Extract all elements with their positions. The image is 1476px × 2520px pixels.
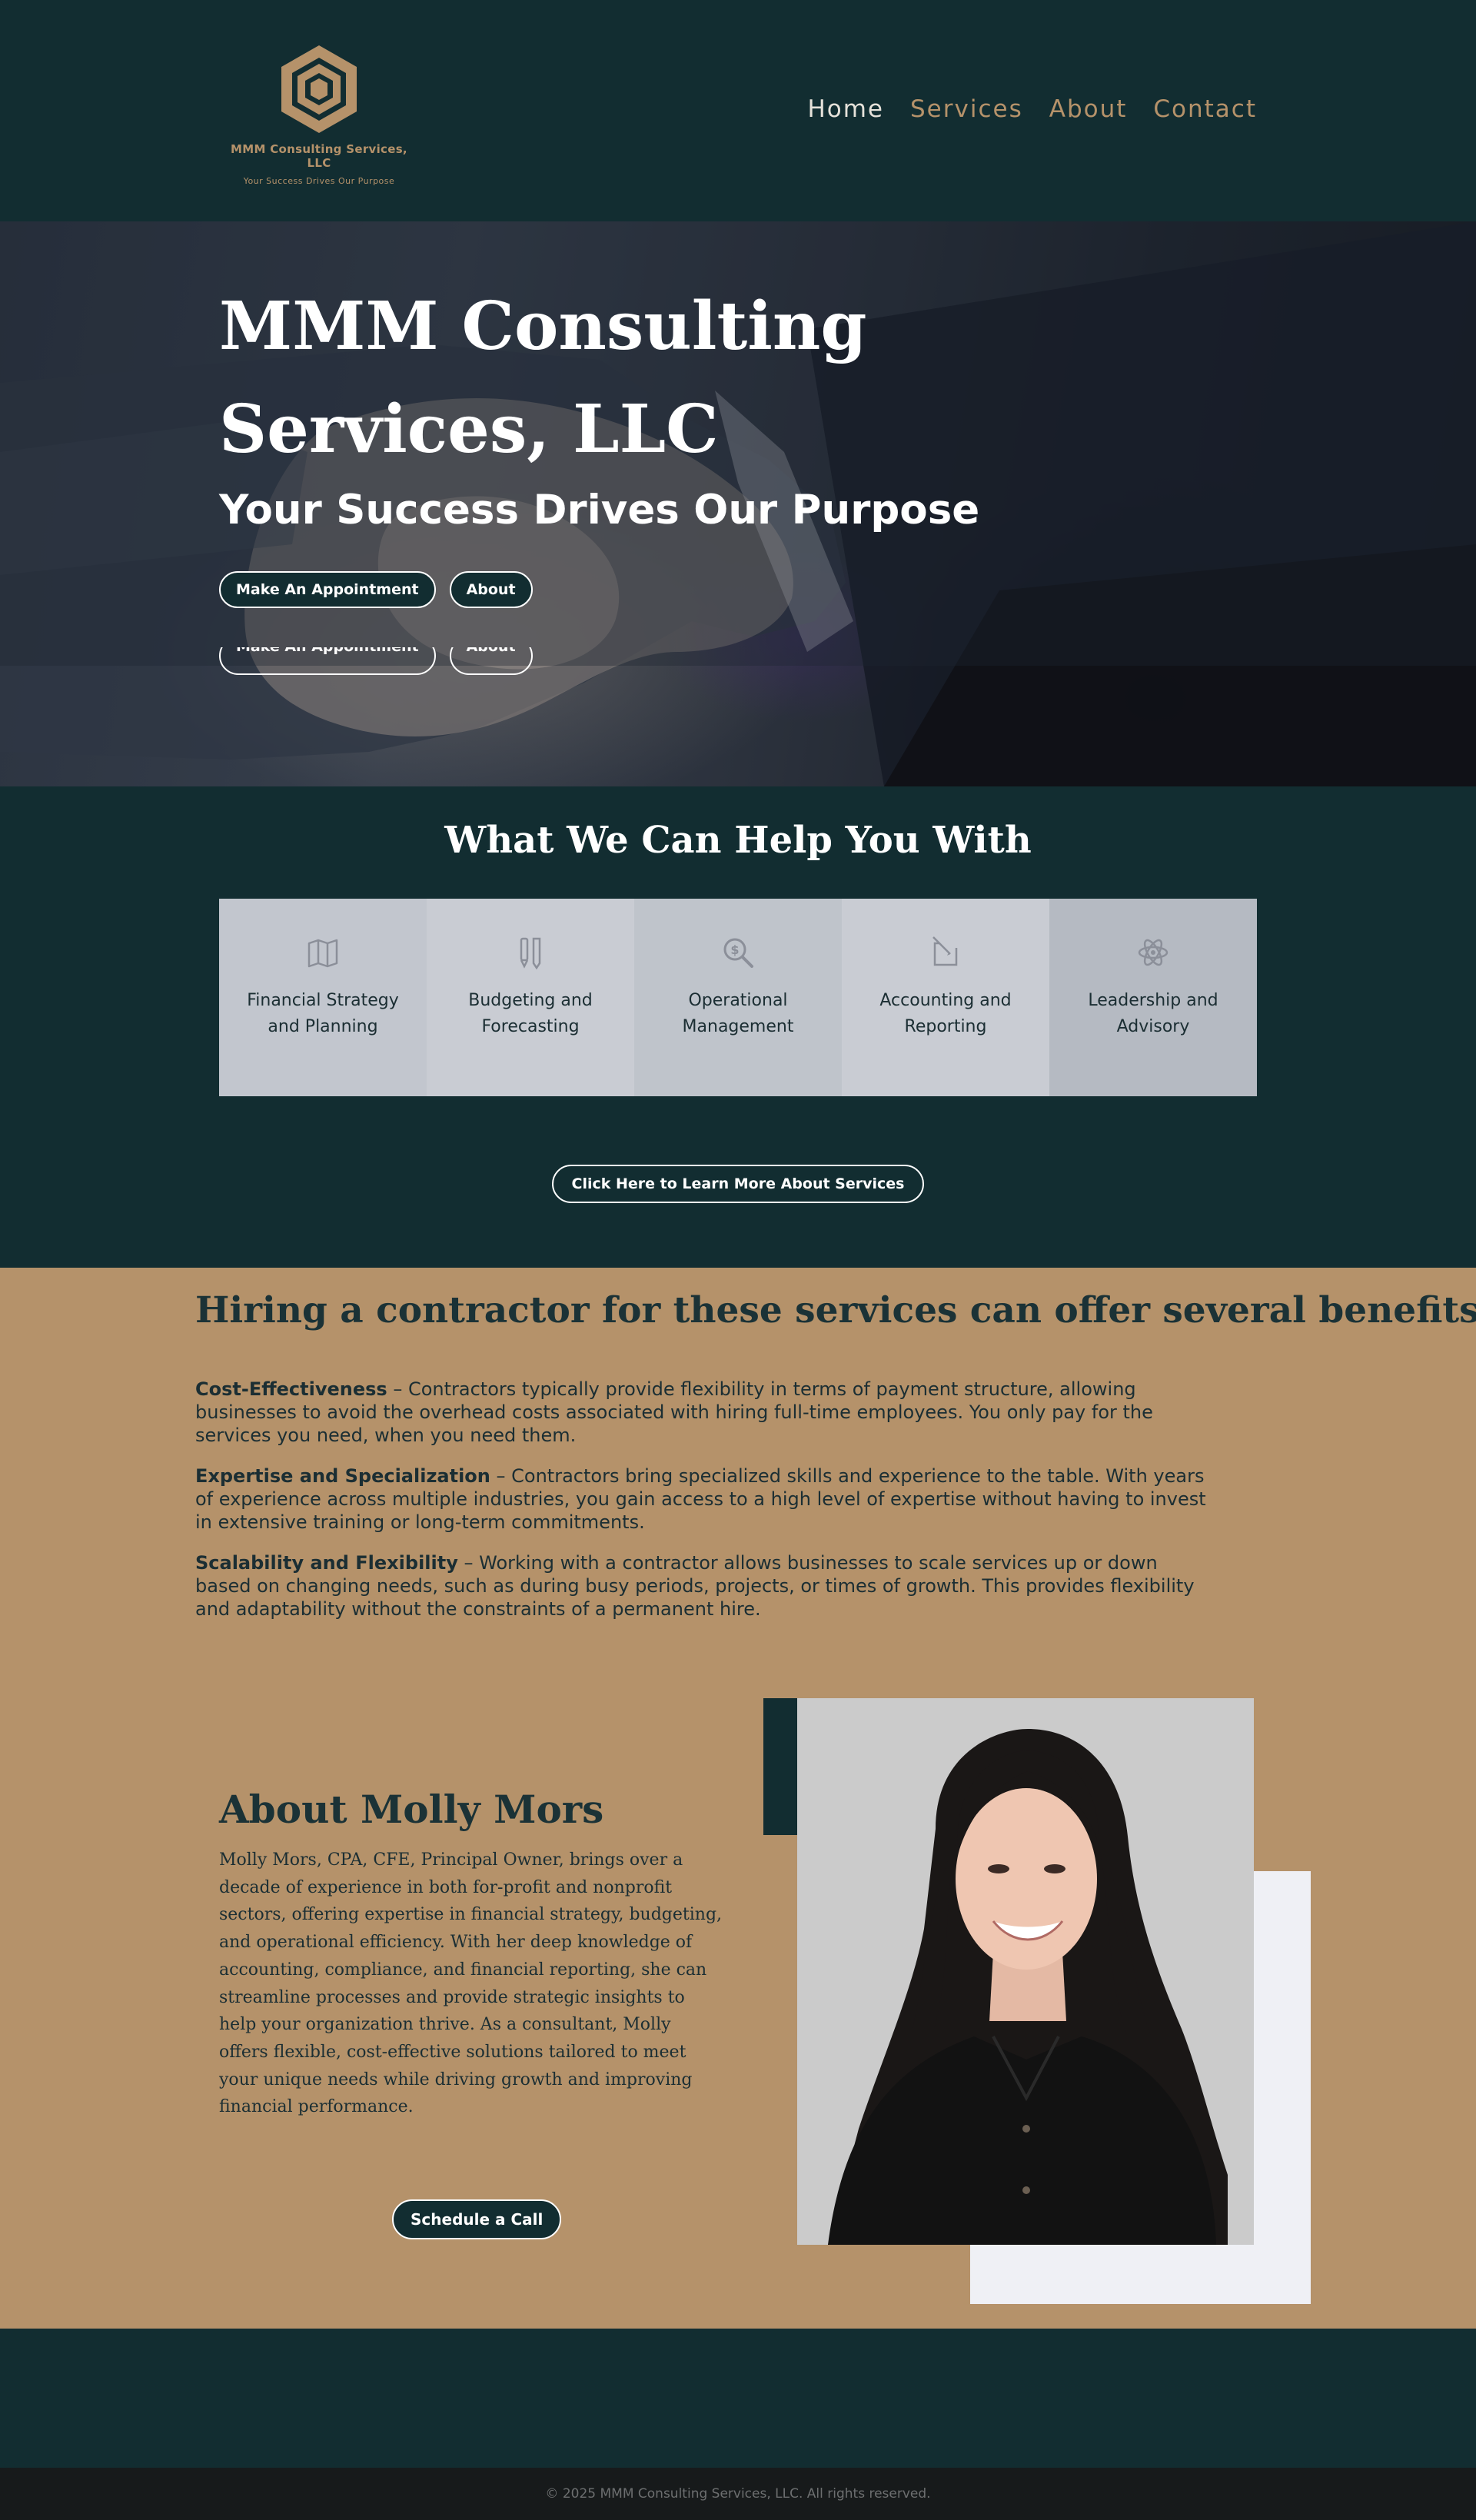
logo[interactable]: MMM Consulting Services, LLC Your Succes… bbox=[219, 42, 419, 186]
service-card-label: Financial Strategy and Planning bbox=[247, 991, 399, 1036]
logo-tagline: Your Success Drives Our Purpose bbox=[243, 176, 395, 186]
service-cards: Financial Strategy and Planning Budgetin… bbox=[219, 899, 1257, 1096]
edit-document-icon bbox=[932, 936, 958, 966]
services-title: What We Can Help You With bbox=[444, 819, 1032, 862]
hero-buttons-duplicate: Make An Appointment About bbox=[219, 647, 533, 675]
benefit-heading: Expertise and Specialization bbox=[195, 1465, 490, 1487]
service-card-label: Budgeting and Forecasting bbox=[468, 991, 593, 1036]
hero-section: MMM Consulting Services, LLC Your Succes… bbox=[0, 221, 1476, 786]
services-section: What We Can Help You With Financial Stra… bbox=[0, 786, 1476, 1268]
schedule-call-button[interactable]: Schedule a Call bbox=[392, 2199, 562, 2239]
svg-text:$: $ bbox=[730, 943, 739, 957]
make-appointment-button-duplicate[interactable]: Make An Appointment bbox=[219, 647, 436, 675]
main-nav: Home Services About Contact bbox=[807, 95, 1257, 123]
atom-icon bbox=[1138, 939, 1168, 966]
benefits-section: Hiring a contractor for these services c… bbox=[0, 1268, 1476, 2329]
hexagon-logo-icon bbox=[281, 45, 357, 133]
map-icon bbox=[308, 939, 338, 968]
benefit-item: Scalability and Flexibility – Working wi… bbox=[195, 1551, 1218, 1621]
learn-more-wrapper: Click Here to Learn More About Services bbox=[0, 1165, 1476, 1203]
portrait-illustration bbox=[797, 1698, 1254, 2245]
nav-about[interactable]: About bbox=[1049, 95, 1128, 123]
copyright-text: © 2025 MMM Consulting Services, LLC. All… bbox=[545, 2486, 931, 2502]
nav-services[interactable]: Services bbox=[910, 95, 1023, 123]
about-heading: About Molly Mors bbox=[219, 1787, 604, 1832]
hero-title: MMM Consulting Services, LLC bbox=[219, 288, 867, 468]
logo-name: MMM Consulting Services, LLC bbox=[231, 142, 407, 170]
benefit-item: Cost-Effectiveness – Contractors typical… bbox=[195, 1378, 1218, 1447]
benefit-item: Expertise and Specialization – Contracto… bbox=[195, 1464, 1218, 1534]
service-card-label: Leadership and Advisory bbox=[1088, 991, 1218, 1036]
service-card-label: Operational Management bbox=[682, 991, 794, 1036]
about-text: Molly Mors, CPA, CFE, Principal Owner, b… bbox=[219, 1850, 723, 2117]
footer-spacer bbox=[0, 2329, 1476, 2468]
site-header: MMM Consulting Services, LLC Your Succes… bbox=[0, 0, 1476, 221]
service-card-budgeting[interactable]: Budgeting and Forecasting bbox=[427, 899, 634, 1096]
about-button[interactable]: About bbox=[449, 571, 533, 608]
service-card-leadership[interactable]: Leadership and Advisory bbox=[1049, 899, 1257, 1096]
learn-more-services-button[interactable]: Click Here to Learn More About Services bbox=[551, 1165, 925, 1203]
site-footer: © 2025 MMM Consulting Services, LLC. All… bbox=[0, 2468, 1476, 2520]
benefits-list: Cost-Effectiveness – Contractors typical… bbox=[195, 1378, 1218, 1638]
pencil-tools-icon bbox=[520, 937, 541, 970]
nav-contact[interactable]: Contact bbox=[1153, 95, 1257, 123]
service-card-operational[interactable]: $ Operational Management bbox=[634, 899, 842, 1096]
service-card-financial-strategy[interactable]: Financial Strategy and Planning bbox=[219, 899, 427, 1096]
portrait-photo bbox=[797, 1698, 1254, 2245]
service-card-accounting[interactable]: Accounting and Reporting bbox=[842, 899, 1049, 1096]
magnifier-dollar-icon: $ bbox=[723, 938, 753, 968]
benefit-heading: Cost-Effectiveness bbox=[195, 1378, 387, 1400]
benefits-title: Hiring a contractor for these services c… bbox=[195, 1289, 1476, 1331]
hero-buttons: Make An Appointment About bbox=[219, 571, 533, 608]
service-card-label: Accounting and Reporting bbox=[879, 991, 1012, 1036]
hero-subtitle: Your Success Drives Our Purpose bbox=[219, 487, 980, 534]
nav-home[interactable]: Home bbox=[807, 95, 884, 123]
schedule-call-wrapper: Schedule a Call bbox=[392, 2199, 562, 2239]
make-appointment-button[interactable]: Make An Appointment bbox=[219, 571, 436, 608]
benefit-heading: Scalability and Flexibility bbox=[195, 1552, 458, 1574]
about-button-duplicate[interactable]: About bbox=[449, 647, 533, 675]
